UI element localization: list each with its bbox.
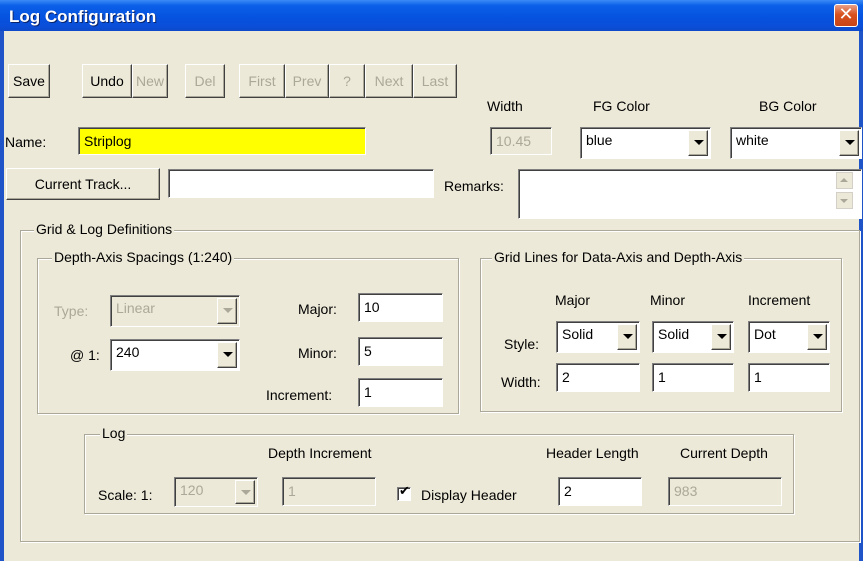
undo-button[interactable]: Undo — [82, 64, 132, 98]
prev-button[interactable]: Prev — [285, 64, 329, 98]
fg-color-label: FG Color — [593, 98, 650, 114]
style-major-select[interactable]: Solid — [556, 321, 640, 353]
log-legend: Log — [100, 425, 128, 441]
chevron-down-icon[interactable] — [688, 130, 708, 156]
at-1-select[interactable]: 240 — [110, 339, 240, 371]
grid-minor-col-label: Minor — [650, 292, 686, 308]
first-button[interactable]: First — [239, 64, 285, 98]
current-depth-input[interactable]: 983 — [668, 477, 782, 506]
at-1-value: 240 — [116, 344, 140, 360]
style-minor-value: Solid — [658, 326, 690, 342]
width-input[interactable]: 10.45 — [490, 127, 552, 155]
scroll-up-icon[interactable] — [836, 172, 853, 189]
width-major-input[interactable]: 2 — [556, 363, 640, 392]
fg-color-value: blue — [586, 132, 613, 148]
remarks-input[interactable] — [518, 169, 862, 219]
chevron-down-icon[interactable] — [617, 324, 637, 350]
grid-lines-legend: Grid Lines for Data-Axis and Depth-Axis — [492, 249, 745, 265]
scale-label: Scale: 1: — [98, 487, 153, 503]
width-label: Width — [487, 98, 523, 114]
display-header-checkbox[interactable]: ✔ — [397, 484, 411, 501]
major-label: Major: — [298, 301, 337, 317]
width-minor-input[interactable]: 1 — [652, 363, 734, 392]
name-input[interactable]: Striplog — [78, 127, 366, 155]
type-select[interactable]: Linear — [110, 295, 240, 327]
depth-increment-label: Depth Increment — [268, 445, 372, 461]
display-header-label: Display Header — [421, 487, 517, 503]
major-input[interactable]: 10 — [358, 293, 443, 322]
grid-major-col-label: Major — [555, 292, 591, 308]
remarks-label: Remarks: — [444, 178, 504, 194]
grid-width-label: Width: — [501, 374, 541, 390]
current-depth-label: Current Depth — [680, 445, 768, 461]
save-button[interactable]: Save — [8, 64, 50, 98]
style-label: Style: — [504, 336, 540, 352]
new-button[interactable]: New — [132, 64, 168, 98]
bg-color-select[interactable]: white — [730, 127, 862, 159]
checkmark-icon: ✔ — [399, 484, 410, 499]
width-increment-input[interactable]: 1 — [748, 363, 830, 392]
last-button[interactable]: Last — [413, 64, 457, 98]
current-track-input[interactable] — [168, 169, 434, 198]
minor-input[interactable]: 5 — [358, 337, 443, 366]
scale-select[interactable]: 120 — [174, 477, 258, 507]
window-title: Log Configuration — [9, 7, 157, 26]
style-minor-select[interactable]: Solid — [652, 321, 734, 353]
next-button[interactable]: Next — [365, 64, 413, 98]
dialog-body: Save Undo New Del First Prev ? Next Last… — [4, 31, 862, 561]
header-length-label: Header Length — [546, 445, 639, 461]
grid-log-definitions-legend: Grid & Log Definitions — [34, 221, 175, 237]
scroll-down-icon[interactable] — [836, 192, 853, 209]
at-1-label: @ 1: — [70, 347, 100, 363]
chevron-down-icon[interactable] — [235, 480, 255, 504]
chevron-down-icon[interactable] — [711, 324, 731, 350]
current-track-button[interactable]: Current Track... — [6, 168, 160, 200]
depth-axis-legend: Depth-Axis Spacings (1:240) — [52, 249, 235, 265]
chevron-down-icon[interactable] — [217, 298, 237, 324]
header-length-input[interactable]: 2 — [558, 477, 642, 506]
type-value: Linear — [116, 300, 155, 316]
chevron-down-icon[interactable] — [839, 130, 859, 156]
scale-value: 120 — [180, 482, 204, 498]
minor-label: Minor: — [298, 345, 337, 361]
type-label: Type: — [54, 303, 89, 319]
chevron-down-icon[interactable] — [217, 342, 237, 368]
increment-input[interactable]: 1 — [358, 378, 443, 407]
chevron-down-icon[interactable] — [807, 324, 827, 350]
bg-color-value: white — [736, 132, 769, 148]
name-label: Name: — [5, 134, 47, 150]
del-button[interactable]: Del — [185, 64, 225, 98]
close-button[interactable]: ✕ — [834, 4, 858, 27]
help-button[interactable]: ? — [329, 64, 365, 98]
increment-label: Increment: — [266, 387, 333, 403]
grid-increment-col-label: Increment — [748, 292, 811, 308]
style-major-value: Solid — [562, 326, 594, 342]
fg-color-select[interactable]: blue — [580, 127, 711, 159]
style-increment-value: Dot — [754, 326, 776, 342]
style-increment-select[interactable]: Dot — [748, 321, 830, 353]
log-configuration-window: Log Configuration ✕ Save Undo New Del Fi… — [0, 0, 863, 561]
title-bar[interactable]: Log Configuration ✕ — [0, 0, 863, 31]
depth-increment-input[interactable]: 1 — [282, 477, 376, 506]
bg-color-label: BG Color — [759, 98, 817, 114]
